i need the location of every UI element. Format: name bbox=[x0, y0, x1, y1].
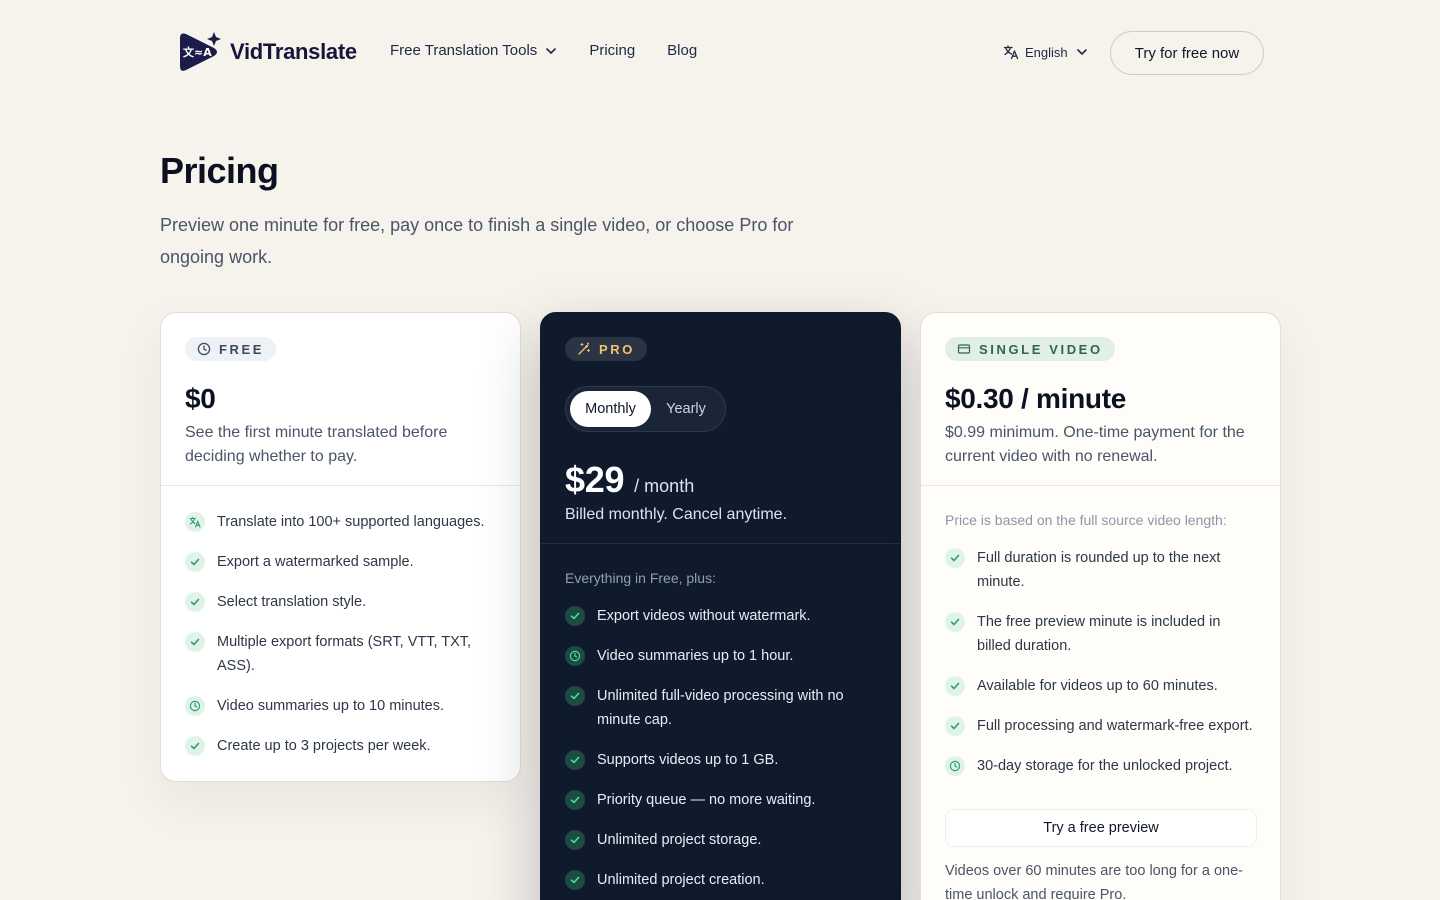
page-title: Pricing bbox=[160, 150, 279, 191]
nav-free-tools-label: Free Translation Tools bbox=[390, 42, 538, 59]
list-item: Full duration is rounded up to the next … bbox=[945, 546, 1257, 594]
billing-toggle: Monthly Yearly bbox=[565, 386, 726, 432]
plan-card-pro: PRO Monthly Yearly $29 / month Billed mo… bbox=[540, 312, 901, 900]
list-item: Video summaries up to 10 minutes. bbox=[185, 694, 505, 718]
clock-icon bbox=[945, 756, 965, 776]
list-item: Available for videos up to 60 minutes. bbox=[945, 674, 1257, 698]
plan-period: / month bbox=[634, 476, 695, 496]
language-label: English bbox=[1025, 44, 1068, 60]
check-icon bbox=[945, 676, 965, 696]
language-selector[interactable]: English bbox=[1003, 44, 1094, 60]
plan-badge-label: PRO bbox=[599, 341, 635, 357]
list-item: Export a watermarked sample. bbox=[185, 550, 505, 574]
page-subtitle: Preview one minute for free, pay once to… bbox=[160, 215, 794, 267]
check-icon bbox=[565, 790, 585, 810]
check-icon bbox=[945, 548, 965, 568]
list-item: Unlimited project creation. bbox=[565, 868, 885, 892]
list-item: Select translation style. bbox=[185, 590, 505, 614]
list-item: Export videos without watermark. bbox=[565, 604, 885, 628]
features-lead: Price is based on the full source video … bbox=[945, 512, 1227, 528]
check-icon bbox=[565, 606, 585, 626]
chevron-down-icon bbox=[1076, 49, 1087, 56]
list-item: Unlimited full-video processing with no … bbox=[565, 684, 885, 732]
check-icon bbox=[945, 612, 965, 632]
try-free-preview-button[interactable]: Try a free preview bbox=[945, 809, 1257, 847]
brand-logo[interactable]: 文≈A VidTranslate bbox=[176, 30, 357, 74]
nav-pricing[interactable]: Pricing bbox=[589, 42, 635, 59]
plan-description: $0.99 minimum. One-time payment for the … bbox=[945, 424, 1245, 465]
nav-blog[interactable]: Blog bbox=[667, 42, 697, 59]
list-item: Multiple export formats (SRT, VTT, TXT, … bbox=[185, 630, 505, 678]
nav-blog-label: Blog bbox=[667, 42, 698, 59]
clock-icon bbox=[565, 646, 585, 666]
check-icon bbox=[185, 632, 205, 652]
plan-card-single-video: SINGLE VIDEO $0.30 / minute $0.99 minimu… bbox=[920, 312, 1281, 900]
try-free-button[interactable]: Try for free now bbox=[1110, 31, 1264, 75]
plan-badge-label: SINGLE VIDEO bbox=[979, 341, 1103, 357]
list-item: Video summaries up to 1 hour. bbox=[565, 644, 885, 668]
feature-list: Export videos without watermark. Video s… bbox=[565, 604, 885, 900]
nav-free-tools[interactable]: Free Translation Tools bbox=[390, 42, 557, 59]
translate-icon bbox=[185, 512, 205, 532]
logo-icon: 文≈A bbox=[176, 30, 222, 74]
chevron-down-icon bbox=[546, 47, 557, 54]
divider bbox=[921, 485, 1280, 486]
svg-text:文≈A: 文≈A bbox=[183, 45, 212, 59]
check-icon bbox=[565, 686, 585, 706]
clock-icon bbox=[197, 342, 211, 356]
credit-card-icon bbox=[957, 344, 971, 354]
divider bbox=[541, 543, 900, 544]
list-item: 30-day storage for the unlocked project. bbox=[945, 754, 1257, 778]
plan-badge-single: SINGLE VIDEO bbox=[945, 337, 1115, 361]
magic-wand-icon bbox=[578, 342, 591, 355]
clock-icon bbox=[185, 696, 205, 716]
list-item: Priority queue — no more waiting. bbox=[565, 788, 885, 812]
list-item: The free preview minute is included in b… bbox=[945, 610, 1257, 658]
toggle-yearly[interactable]: Yearly bbox=[651, 391, 721, 427]
divider bbox=[161, 485, 520, 486]
toggle-monthly[interactable]: Monthly bbox=[570, 391, 651, 427]
list-item: Supports videos up to 1 GB. bbox=[565, 748, 885, 772]
list-item: Full processing and watermark-free expor… bbox=[945, 714, 1257, 738]
list-item: Create up to 3 projects per week. bbox=[185, 734, 505, 758]
plan-card-free: FREE $0 See the first minute translated … bbox=[160, 312, 521, 782]
check-icon bbox=[945, 716, 965, 736]
plan-price-row: $29 / month bbox=[565, 459, 694, 501]
check-icon bbox=[565, 750, 585, 770]
check-icon bbox=[565, 830, 585, 850]
plan-price: $0 bbox=[185, 383, 216, 414]
nav-pricing-label: Pricing bbox=[589, 42, 636, 59]
plan-description: Billed monthly. Cancel anytime. bbox=[565, 506, 788, 523]
plan-price: $0.30 / minute bbox=[945, 383, 1126, 414]
brand-name: VidTranslate bbox=[230, 39, 357, 64]
translate-icon bbox=[1003, 45, 1019, 60]
check-icon bbox=[185, 592, 205, 612]
plan-price: $29 bbox=[565, 459, 625, 500]
plan-description: See the first minute translated before d… bbox=[185, 424, 448, 465]
list-item: Translate into 100+ supported languages. bbox=[185, 510, 505, 534]
main-nav: Free Translation Tools Pricing Blog bbox=[390, 42, 729, 59]
plan-badge-free: FREE bbox=[185, 337, 277, 361]
check-icon bbox=[565, 870, 585, 890]
plan-badge-label: FREE bbox=[219, 341, 265, 357]
features-lead: Everything in Free, plus: bbox=[565, 570, 716, 586]
check-icon bbox=[185, 552, 205, 572]
plan-badge-pro: PRO bbox=[565, 337, 647, 361]
top-nav: 文≈A VidTranslate Free Translation Tools … bbox=[0, 0, 1440, 104]
feature-list: Translate into 100+ supported languages.… bbox=[185, 510, 505, 774]
list-item: Unlimited project storage. bbox=[565, 828, 885, 852]
check-icon bbox=[185, 736, 205, 756]
plan-footnote: Videos over 60 minutes are too long for … bbox=[945, 863, 1243, 900]
feature-list: Full duration is rounded up to the next … bbox=[945, 546, 1257, 794]
